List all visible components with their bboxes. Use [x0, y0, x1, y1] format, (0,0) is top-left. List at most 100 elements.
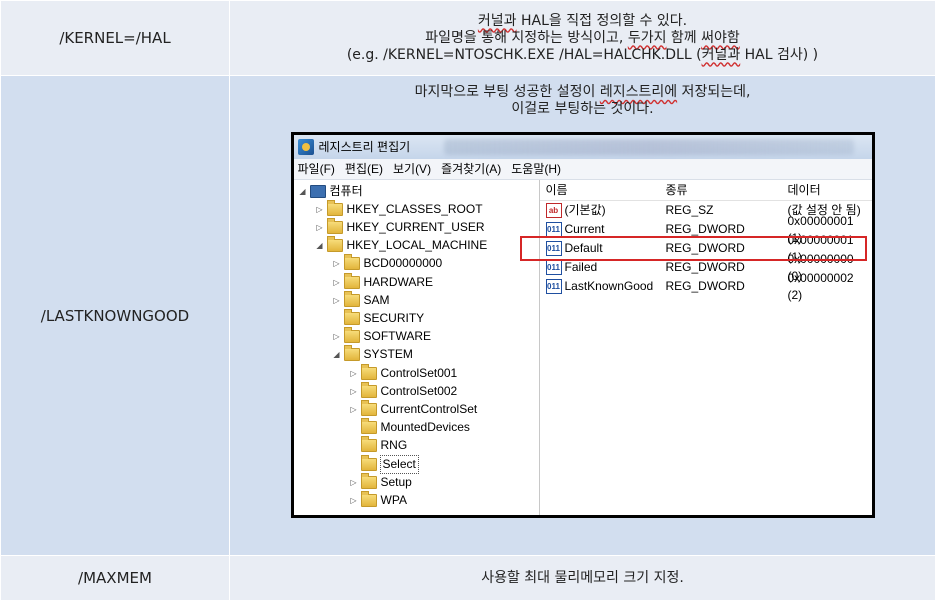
tree-item-label: HARDWARE	[363, 274, 434, 289]
folder-icon	[343, 308, 360, 325]
folder-icon	[326, 199, 343, 216]
column-type[interactable]: 종류	[666, 182, 788, 199]
menu-view[interactable]: 보기(V)	[393, 161, 431, 178]
regedit-app-icon	[297, 139, 314, 155]
expander-icon[interactable]: ▷	[349, 401, 359, 418]
folder-icon	[360, 436, 377, 453]
table-row: /LASTKNOWNGOOD 마지막으로 부팅 성공한 설정이 레지스트리에 저…	[0, 75, 936, 556]
tree-item-label: SYSTEM	[363, 347, 413, 362]
tree-item[interactable]: ▷ HKEY_CURRENT_USER	[315, 217, 485, 236]
folder-icon	[343, 327, 360, 344]
tree-item-label: ControlSet002	[380, 383, 458, 398]
tree-item[interactable]: Select	[349, 454, 419, 474]
registry-tree: ◢ 컴퓨터 ▷ HKEY_CLASSES_ROOT ▷ HKEY_CURRENT_USER…	[294, 180, 540, 515]
tree-item-label: HKEY_LOCAL_MACHINE	[346, 238, 488, 253]
column-name[interactable]: 이름	[540, 182, 666, 199]
tree-item[interactable]: ▷ ControlSet002	[349, 381, 458, 400]
menu-file[interactable]: 파일(F)	[298, 161, 335, 178]
value-type: REG_DWORD	[665, 279, 745, 293]
value-name-label: LastKnownGood	[564, 279, 654, 293]
tree-item[interactable]: SECURITY	[332, 308, 425, 327]
string-value-icon: ab	[545, 203, 562, 219]
option-key: /KERNEL=/HAL	[0, 0, 230, 76]
value-row[interactable]: 011 LastKnownGood REG_DWORD 0x00000002 (2)	[540, 271, 872, 302]
option-description: 마지막으로 부팅 성공한 설정이 레지스트리에 저장되는데, 이걸로 부팅하는 …	[229, 75, 936, 556]
menu-favorites[interactable]: 즐겨찾기(A)	[441, 161, 501, 178]
folder-icon	[326, 236, 343, 253]
option-description: 커널과 HAL을 직접 정의할 수 있다. 파일명을 통해 지정하는 방식이고,…	[229, 0, 936, 76]
lastknowngood-highlight-box	[519, 236, 867, 261]
expander-icon[interactable]: ▷	[349, 383, 359, 400]
title-bar[interactable]: 레지스트리 편집기	[293, 135, 872, 159]
value-name: ab (기본값)	[540, 202, 666, 219]
menu-bar: 파일(F) 편집(E) 보기(V) 즐겨찾기(A) 도움말(H)	[293, 159, 872, 180]
menu-edit[interactable]: 편집(E)	[345, 161, 383, 178]
folder-icon	[343, 290, 360, 307]
value-name: 011 Failed	[540, 259, 666, 276]
tree-item-label: MountedDevices	[380, 420, 470, 435]
expander-icon[interactable]: ◢	[298, 183, 308, 200]
tree-item[interactable]: ▷ SAM	[332, 290, 390, 309]
binary-value-icon: 011	[545, 260, 562, 276]
value-type: REG_SZ	[665, 203, 714, 217]
computer-icon	[309, 184, 326, 198]
expander-icon[interactable]: ▷	[332, 274, 342, 291]
tree-item-label: Select	[379, 454, 419, 474]
registry-editor-window: 레지스트리 편집기 파일(F) 편집(E) 보기(V) 즐겨찾기(A) 도움말(…	[290, 132, 875, 518]
tree-item-label: 컴퓨터	[329, 183, 363, 198]
expander-icon[interactable]: ▷	[315, 201, 325, 218]
tree-item-label: ControlSet001	[380, 365, 458, 380]
tree-item-label: Setup	[380, 474, 412, 489]
option-key: /LASTKNOWNGOOD	[0, 75, 230, 556]
tree-item[interactable]: ▷ Setup	[349, 472, 412, 491]
folder-icon	[360, 418, 377, 435]
tree-item-label: RNG	[380, 438, 408, 453]
menu-help[interactable]: 도움말(H)	[511, 161, 561, 178]
value-data: 0x00000002 (2)	[787, 270, 854, 302]
value-type: REG_DWORD	[665, 260, 745, 274]
value-name-label: (기본값)	[564, 203, 606, 217]
tree-item-label: SECURITY	[363, 310, 425, 325]
tree-item-label: HKEY_CURRENT_USER	[346, 219, 485, 234]
folder-icon	[360, 399, 377, 416]
value-name: 011 LastKnownGood	[540, 278, 666, 295]
blurred-title-area	[443, 139, 854, 155]
tree-item-label: HKEY_CLASSES_ROOT	[346, 201, 483, 216]
expander-icon[interactable]: ▷	[315, 219, 325, 236]
expander-icon[interactable]: ▷	[349, 474, 359, 491]
tree-item[interactable]: ◢ 컴퓨터	[298, 182, 363, 200]
tree-item[interactable]: ▷ CurrentControlSet	[349, 399, 478, 418]
values-list: 이름 종류 데이터 ab (기본값) REG_SZ (값 설정 안 됨) 011 Curr…	[539, 180, 872, 515]
tree-item[interactable]: ▷ SOFTWARE	[332, 327, 432, 346]
expander-icon[interactable]: ▷	[349, 492, 359, 509]
expander-icon[interactable]: ◢	[315, 237, 325, 254]
tree-item-label: SOFTWARE	[363, 329, 432, 344]
expander-icon[interactable]: ▷	[349, 365, 359, 382]
expander-icon[interactable]: ▷	[332, 255, 342, 272]
tree-item-label: WPA	[380, 492, 407, 507]
folder-icon	[343, 345, 360, 362]
tree-item[interactable]: ◢ HKEY_LOCAL_MACHINE	[315, 236, 488, 255]
expander-icon[interactable]: ◢	[332, 346, 342, 363]
tree-item[interactable]: ▷ WPA	[349, 490, 407, 509]
folder-icon	[360, 472, 377, 489]
window-title: 레지스트리 편집기	[318, 139, 411, 154]
folder-icon	[360, 363, 377, 380]
expander-icon[interactable]: ▷	[332, 292, 342, 309]
tree-item[interactable]: ▷ ControlSet001	[349, 363, 458, 382]
folder-icon	[360, 490, 377, 507]
tree-item[interactable]: ▷ BCD00000000	[332, 254, 442, 273]
tree-item-label: CurrentControlSet	[380, 401, 478, 416]
tree-item[interactable]: ▷ HARDWARE	[332, 272, 434, 291]
expander-icon[interactable]: ▷	[332, 328, 342, 345]
folder-icon	[326, 217, 343, 234]
tree-item[interactable]: ◢ SYSTEM	[332, 345, 413, 364]
folder-icon	[343, 272, 360, 289]
column-data[interactable]: 데이터	[788, 182, 868, 199]
list-header: 이름 종류 데이터	[539, 180, 872, 201]
tree-item[interactable]: MountedDevices	[349, 418, 470, 437]
tree-item[interactable]: ▷ HKEY_CLASSES_ROOT	[315, 199, 483, 218]
boot-options-table: /KERNEL=/HAL 커널과 HAL을 직접 정의할 수 있다. 파일명을 …	[0, 0, 936, 601]
tree-item[interactable]: RNG	[349, 436, 408, 455]
folder-icon	[360, 381, 377, 398]
